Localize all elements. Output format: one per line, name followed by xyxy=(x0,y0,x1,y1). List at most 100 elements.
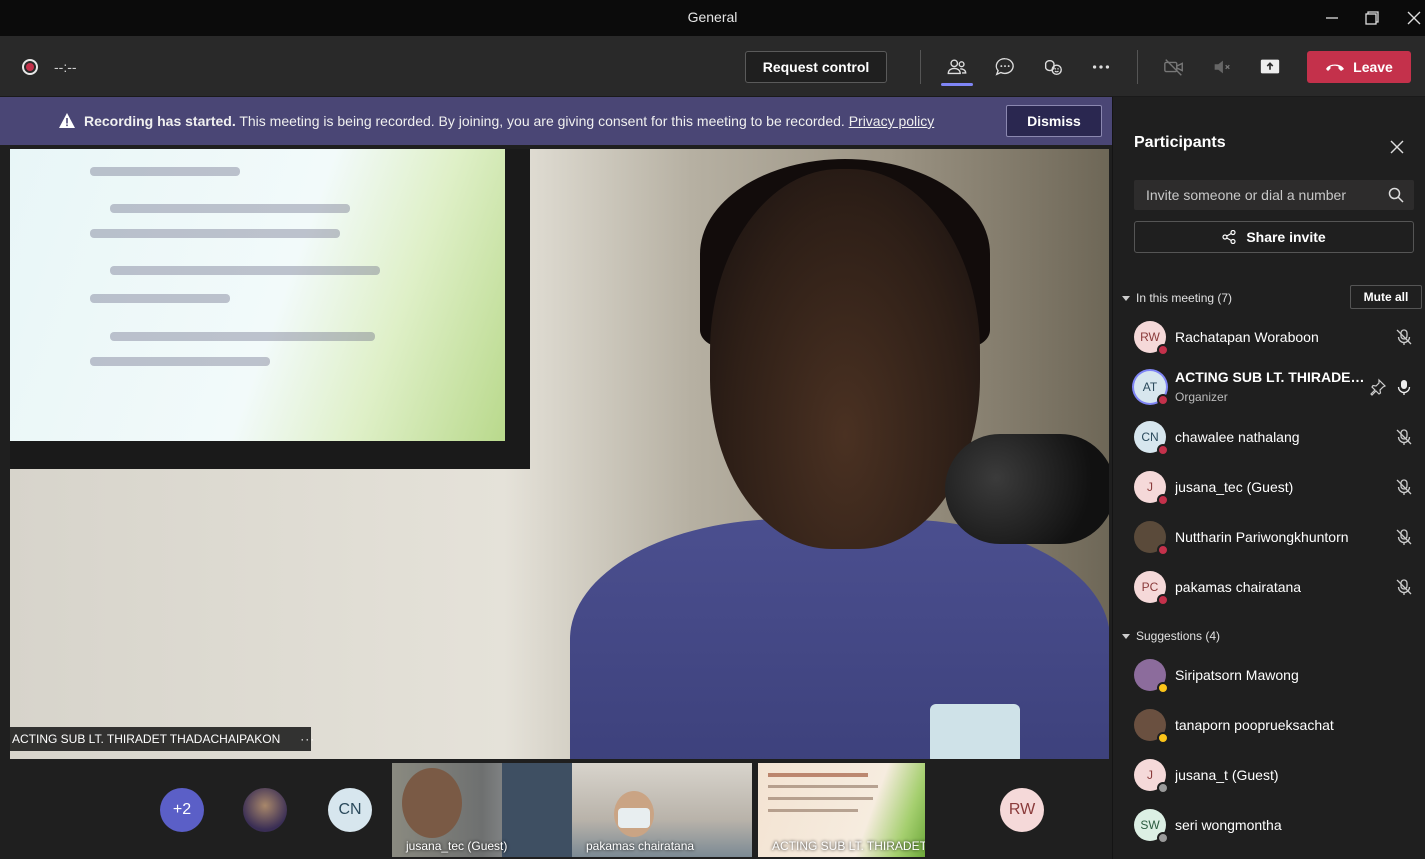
avatar-initials: PC xyxy=(1141,580,1159,594)
participant-photo-avatar[interactable] xyxy=(243,788,287,832)
invite-input[interactable] xyxy=(1134,180,1374,210)
in-meeting-label: In this meeting (7) xyxy=(1136,291,1233,305)
presence-status-icon xyxy=(1157,682,1169,694)
avatar: RW xyxy=(1134,321,1169,356)
avatar xyxy=(1134,659,1169,694)
phone-hangup-icon xyxy=(1326,64,1345,71)
participant-row[interactable]: PC pakamas chairatana xyxy=(1113,562,1425,612)
banner-message: This meeting is being recorded. By joini… xyxy=(235,113,849,129)
close-panel-icon[interactable] xyxy=(1387,137,1407,157)
participant-row[interactable]: RW Rachatapan Woraboon xyxy=(1113,312,1425,362)
avatar-initials: J xyxy=(1147,768,1153,782)
suggestions-section-header[interactable]: Suggestions (4) xyxy=(1122,629,1220,643)
participant-row[interactable]: tanaporn pooprueksachat xyxy=(1113,700,1425,750)
chat-icon[interactable] xyxy=(991,53,1019,81)
face-mask-prop xyxy=(930,704,1020,759)
warning-icon xyxy=(59,113,75,128)
main-video[interactable] xyxy=(10,149,1109,759)
presence-status-icon xyxy=(1157,344,1169,356)
toolbar-divider xyxy=(920,50,921,84)
participants-active-indicator xyxy=(941,83,973,86)
mic-off-icon[interactable] xyxy=(1395,328,1413,346)
participant-name: chawalee nathalang xyxy=(1175,429,1300,445)
privacy-policy-link[interactable]: Privacy policy xyxy=(849,113,935,129)
close-window-icon[interactable] xyxy=(1402,6,1425,30)
participant-avatar-cn[interactable]: CN xyxy=(328,788,372,832)
projector-screen xyxy=(10,149,530,469)
avatar: AT xyxy=(1134,371,1169,406)
avatar: CN xyxy=(1134,421,1169,456)
search-icon[interactable] xyxy=(1388,187,1404,203)
participants-panel: Participants Share invite In this meetin… xyxy=(1112,97,1425,859)
participant-name: Rachatapan Woraboon xyxy=(1175,329,1319,345)
toolbar-divider xyxy=(1137,50,1138,84)
avatar xyxy=(1134,521,1169,556)
presence-status-icon xyxy=(1157,394,1169,406)
video-tile-label: pakamas chairatana xyxy=(586,839,695,853)
title-bar: General xyxy=(0,0,1425,36)
meeting-toolbar: --:-- Request control Leave xyxy=(0,36,1425,97)
avatar: J xyxy=(1134,759,1169,794)
avatar: SW xyxy=(1134,809,1169,844)
participant-name: jusana_t (Guest) xyxy=(1175,767,1279,783)
video-tile-jusana[interactable]: jusana_tec (Guest) xyxy=(392,763,572,857)
window-title: General xyxy=(687,9,738,25)
mic-off-icon[interactable] xyxy=(1395,578,1413,596)
participant-row[interactable]: CN chawalee nathalang xyxy=(1113,412,1425,462)
presence-status-icon xyxy=(1157,732,1169,744)
participant-avatar-rw[interactable]: RW xyxy=(1000,788,1044,832)
overflow-participants-button[interactable]: +2 xyxy=(160,788,204,832)
pin-icon[interactable] xyxy=(1369,378,1387,396)
participants-icon[interactable] xyxy=(943,53,971,81)
share-icon xyxy=(1222,230,1236,244)
mic-disabled-icon[interactable] xyxy=(1208,53,1236,81)
banner-title: Recording has started. xyxy=(84,113,236,129)
participant-row[interactable]: Siripatsorn Mawong xyxy=(1113,650,1425,700)
mic-off-icon[interactable] xyxy=(1395,428,1413,446)
video-tile-shared-slide[interactable]: ACTING SUB LT. THIRADET... xyxy=(758,763,925,857)
participant-name: Nuttharin Pariwongkhuntorn xyxy=(1175,529,1349,545)
avatar-initials: CN xyxy=(1141,430,1159,444)
avatar: J xyxy=(1134,471,1169,506)
leave-button[interactable]: Leave xyxy=(1307,51,1411,83)
speaker-more-icon[interactable]: ··· xyxy=(300,732,315,746)
chevron-down-icon xyxy=(1122,296,1130,301)
participant-row[interactable]: Jjusana_t (Guest) xyxy=(1113,750,1425,800)
participant-gallery: +2 CN jusana_tec (Guest) pakamas chairat… xyxy=(0,759,1112,859)
invite-field xyxy=(1134,180,1414,210)
avatar-initials: SW xyxy=(1140,818,1160,832)
participant-name: ACTING SUB LT. THIRADET ... xyxy=(1175,369,1365,385)
recording-icon xyxy=(22,59,38,75)
more-actions-icon[interactable] xyxy=(1087,53,1115,81)
participant-row[interactable]: Nuttharin Pariwongkhuntorn xyxy=(1113,512,1425,562)
minimize-icon[interactable] xyxy=(1320,6,1344,30)
video-tile-pakamas[interactable]: pakamas chairatana xyxy=(572,763,752,857)
share-invite-button[interactable]: Share invite xyxy=(1134,221,1414,253)
mic-off-icon[interactable] xyxy=(1395,528,1413,546)
mute-all-button[interactable]: Mute all xyxy=(1350,285,1422,309)
avatar-initials: J xyxy=(1147,480,1153,494)
participant-row[interactable]: AT ACTING SUB LT. THIRADET ... Organizer xyxy=(1113,362,1425,412)
participant-row[interactable]: SW seri wongmontha xyxy=(1113,800,1425,850)
mic-on-icon[interactable] xyxy=(1395,378,1413,396)
presence-status-icon xyxy=(1157,782,1169,794)
video-tile-label: jusana_tec (Guest) xyxy=(406,839,508,853)
avatar-initials: RW xyxy=(1140,330,1160,344)
speaker-name: ACTING SUB LT. THIRADET THADACHAIPAKON xyxy=(12,732,281,746)
avatar-initials: AT xyxy=(1142,380,1158,394)
camera-off-icon[interactable] xyxy=(1160,53,1188,81)
reactions-icon[interactable] xyxy=(1039,53,1067,81)
meeting-timer: --:-- xyxy=(54,59,77,75)
mic-off-icon[interactable] xyxy=(1395,478,1413,496)
dismiss-button[interactable]: Dismiss xyxy=(1006,105,1102,137)
restore-icon[interactable] xyxy=(1360,6,1384,30)
share-screen-icon[interactable] xyxy=(1256,53,1284,81)
request-control-button[interactable]: Request control xyxy=(745,51,887,83)
microphone-prop xyxy=(945,434,1109,544)
participant-row[interactable]: Jjusana_tec (Guest) xyxy=(1113,462,1425,512)
recording-banner: Recording has started. This meeting is b… xyxy=(0,97,1112,145)
video-tile-label: ACTING SUB LT. THIRADET... xyxy=(772,839,925,853)
banner-text: Recording has started. This meeting is b… xyxy=(84,113,934,129)
in-meeting-section-header[interactable]: In this meeting (7) xyxy=(1122,291,1232,305)
participant-role: Organizer xyxy=(1175,390,1228,404)
